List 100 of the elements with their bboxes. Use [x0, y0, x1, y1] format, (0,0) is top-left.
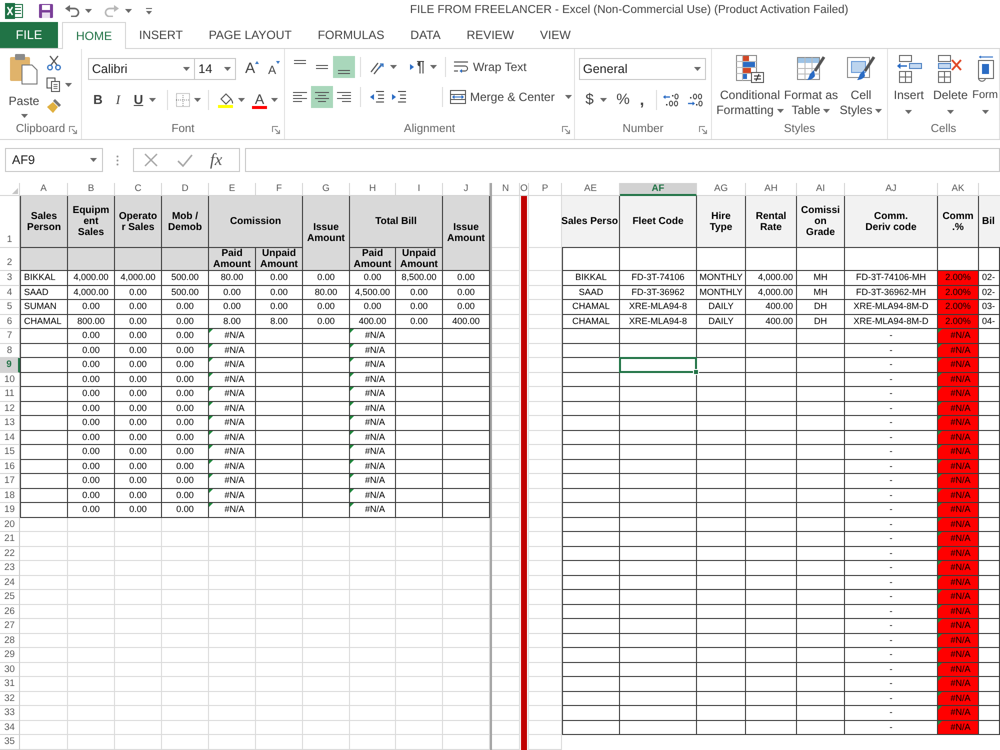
save-icon[interactable] — [39, 4, 53, 18]
row-header[interactable]: 24 — [0, 576, 20, 590]
ribbon-tab[interactable]: FORMULAS — [304, 22, 398, 48]
row-header[interactable]: 9 — [0, 358, 20, 372]
column-header[interactable]: P — [529, 183, 562, 196]
row-header[interactable]: 29 — [0, 648, 20, 662]
row-header[interactable]: 14 — [0, 430, 20, 445]
row-header[interactable]: 21 — [0, 532, 20, 546]
currency-button[interactable]: $ — [579, 89, 613, 111]
conditional-formatting-button[interactable]: Conditional Formatting — [717, 54, 783, 118]
column-header[interactable]: I — [396, 183, 443, 196]
bold-button[interactable]: B — [88, 89, 108, 111]
font-size-field[interactable]: 14 — [194, 58, 236, 80]
dialog-launcher-icon[interactable] — [69, 126, 77, 134]
format-cells-button[interactable]: Form — [971, 55, 999, 114]
ribbon-tab[interactable]: HOME — [62, 22, 126, 49]
column-header[interactable]: AK — [938, 183, 979, 196]
scissors-icon[interactable] — [46, 55, 62, 71]
row-header[interactable]: 27 — [0, 619, 20, 634]
row-header[interactable]: 31 — [0, 677, 20, 692]
copy-button[interactable] — [46, 77, 72, 92]
column-header[interactable]: J — [443, 183, 490, 196]
paintbrush-icon[interactable] — [46, 98, 62, 114]
column-header[interactable]: AE — [562, 183, 620, 196]
row-header[interactable]: 12 — [0, 402, 20, 416]
column-header[interactable]: AG — [697, 183, 746, 196]
percent-button[interactable]: % — [613, 89, 633, 111]
font-color-button[interactable]: A — [248, 89, 282, 111]
align-toggle[interactable] — [311, 86, 333, 108]
decimal-left-arrow-icon[interactable] — [662, 93, 680, 107]
ribbon-tab[interactable]: INSERT — [126, 22, 196, 48]
ribbon-tab[interactable]: DATA — [397, 22, 454, 48]
row-header[interactable]: 32 — [0, 692, 20, 706]
row-header[interactable]: 28 — [0, 634, 20, 648]
customize-icon[interactable] — [145, 7, 153, 15]
shrink-font-button[interactable]: A — [264, 58, 284, 80]
column-header[interactable]: G — [303, 183, 350, 196]
row-header[interactable]: 19 — [0, 503, 20, 518]
undo-icon[interactable] — [64, 5, 80, 17]
number-format-field[interactable]: General — [579, 58, 706, 80]
row-header[interactable]: 10 — [0, 372, 20, 387]
row-header[interactable]: 11 — [0, 387, 20, 402]
font-name-field[interactable]: Calibri — [88, 58, 196, 80]
column-header[interactable]: AH — [746, 183, 797, 196]
row-header[interactable]: 6 — [0, 314, 20, 329]
merge-center-button[interactable]: Merge & Center — [448, 86, 574, 108]
row-header[interactable]: 35 — [0, 735, 20, 750]
column-header[interactable]: E — [209, 183, 256, 196]
ribbon-tab[interactable]: VIEW — [526, 22, 584, 48]
row-header[interactable]: 26 — [0, 604, 20, 619]
column-header[interactable]: F — [256, 183, 303, 196]
row-header[interactable]: 33 — [0, 706, 20, 720]
row-header[interactable]: 5 — [0, 300, 20, 314]
selected-cell[interactable] — [619, 357, 697, 372]
file-tab[interactable]: FILE — [0, 22, 58, 48]
decimal-right-arrow-icon[interactable] — [686, 93, 704, 107]
italic-button[interactable]: I — [108, 89, 128, 111]
row-header[interactable]: 17 — [0, 474, 20, 488]
wrap-text-button[interactable]: Wrap Text — [451, 56, 529, 78]
row-header[interactable]: 2 — [0, 248, 20, 271]
row-header[interactable]: 18 — [0, 488, 20, 503]
column-header[interactable]: O — [520, 183, 529, 196]
grow-font-button[interactable]: A — [242, 58, 262, 80]
paste-button[interactable]: Paste — [4, 53, 44, 118]
ribbon-tab[interactable]: REVIEW — [454, 22, 527, 48]
dialog-launcher-icon[interactable] — [699, 126, 707, 134]
column-header[interactable]: C — [115, 183, 162, 196]
row-header[interactable]: 7 — [0, 329, 20, 344]
outdent-icon[interactable] — [369, 90, 385, 104]
column-header[interactable]: B — [68, 183, 115, 196]
format-as-table-button[interactable]: Format as Table — [783, 54, 839, 118]
column-header[interactable]: D — [162, 183, 209, 196]
dialog-launcher-icon[interactable] — [562, 126, 570, 134]
row-header[interactable]: 23 — [0, 561, 20, 576]
column-header[interactable]: AJ — [845, 183, 938, 196]
delete-cells-button[interactable]: Delete — [930, 55, 972, 114]
row-header[interactable]: 30 — [0, 662, 20, 677]
ribbon-tab[interactable]: PAGE LAYOUT — [196, 22, 305, 48]
row-header[interactable]: 1 — [0, 196, 20, 248]
fill-handle[interactable] — [693, 368, 699, 374]
row-header[interactable]: 22 — [0, 546, 20, 561]
comma-button[interactable]: , — [633, 89, 651, 111]
align-toggle[interactable] — [333, 56, 355, 78]
row-header[interactable]: 25 — [0, 590, 20, 604]
row-header[interactable]: 34 — [0, 720, 20, 735]
column-header[interactable]: N — [492, 183, 520, 196]
dialog-launcher-icon[interactable] — [272, 126, 280, 134]
insert-cells-button[interactable]: Insert — [888, 55, 930, 114]
column-header[interactable]: H — [350, 183, 396, 196]
row-header[interactable]: 20 — [0, 518, 20, 532]
column-header[interactable]: AF — [620, 183, 697, 196]
row-header[interactable]: 15 — [0, 445, 20, 460]
row-header[interactable]: 16 — [0, 460, 20, 474]
name-box[interactable]: AF9 — [5, 148, 103, 172]
column-header[interactable]: A — [20, 183, 68, 196]
cell-styles-button[interactable]: Cell Styles — [839, 54, 883, 118]
insert-function-button[interactable]: fx — [210, 147, 222, 173]
check-icon[interactable] — [177, 154, 193, 166]
row-header[interactable]: 3 — [0, 271, 20, 286]
column-header[interactable]: AI — [797, 183, 845, 196]
